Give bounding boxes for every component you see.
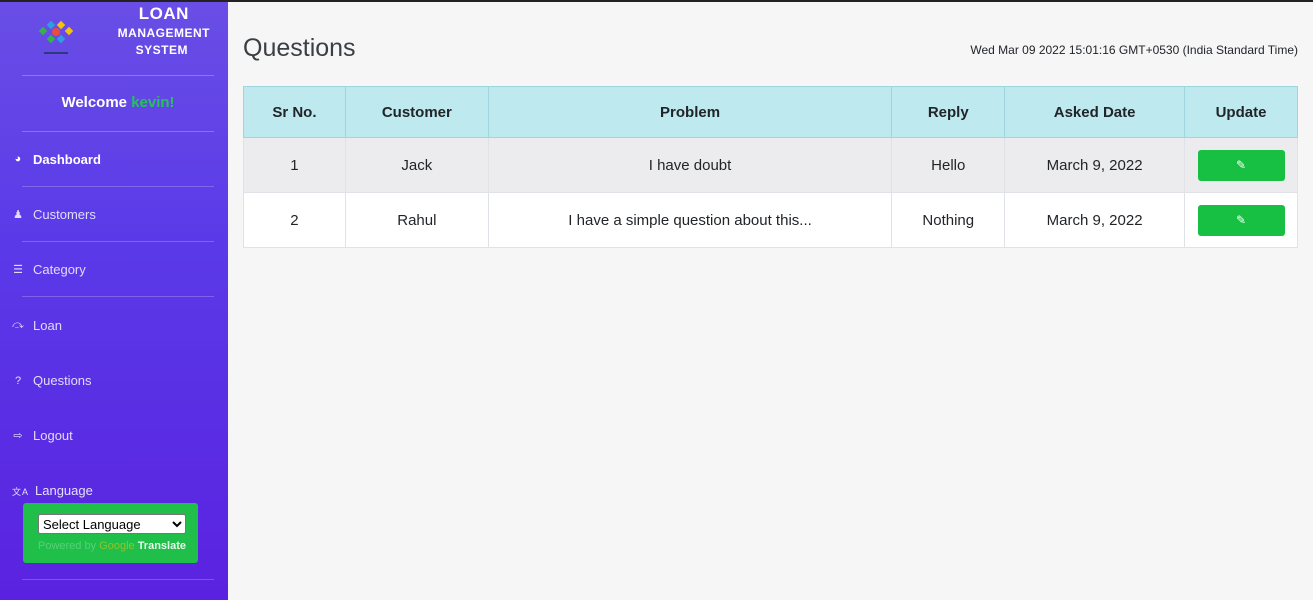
brand-line-1: LOAN [138, 4, 189, 23]
col-header-reply: Reply [891, 86, 1006, 138]
table-header-row: Sr No. Customer Problem Reply Asked Date… [243, 86, 1298, 138]
language-select[interactable]: Select Language [38, 514, 186, 534]
cell-asked-date: March 9, 2022 [1004, 192, 1185, 248]
sidebar-item-customers[interactable]: ♟ Customers [13, 187, 214, 242]
sidebar-item-loan[interactable]: ⤼ Loan [12, 298, 214, 353]
cell-update: ✎ [1184, 137, 1298, 193]
cell-sr-no: 2 [243, 192, 346, 248]
language-label: 文A Language [12, 483, 93, 498]
language-label-text: Language [35, 483, 93, 498]
edit-button[interactable]: ✎ [1197, 204, 1285, 236]
sidebar-item-dashboard[interactable]: ◕ Dashboard [15, 132, 214, 187]
cell-update: ✎ [1184, 192, 1298, 248]
brand-line-3: SYSTEM [135, 43, 188, 57]
translate-icon: 文A [12, 487, 30, 497]
sidebar-item-category[interactable]: ☰ Category [13, 242, 214, 297]
brand-line-2: MANAGEMENT [117, 26, 210, 40]
powered-by-google-translate: Powered by Google Translate [38, 540, 186, 552]
col-header-sr-no: Sr No. [243, 86, 346, 138]
cell-reply: Hello [891, 137, 1006, 193]
top-border [0, 0, 1313, 2]
col-header-problem: Problem [487, 86, 893, 138]
cell-reply: Nothing [891, 192, 1006, 248]
welcome-prefix: Welcome [61, 94, 132, 111]
cell-problem: I have doubt [487, 137, 893, 193]
table-row: 2 Rahul I have a simple question about t… [243, 192, 1298, 248]
edit-button[interactable]: ✎ [1197, 149, 1285, 181]
google-translate-widget: Select Language Powered by Google Transl… [23, 503, 198, 563]
translate-link[interactable]: Translate [135, 540, 186, 552]
edit-icon: ✎ [1235, 157, 1247, 172]
table-row: 1 Jack I have doubt Hello March 9, 2022 … [243, 137, 1298, 193]
sidebar-item-logout[interactable]: ⇨ Logout [13, 408, 214, 463]
sidebar-item-label: Customers [33, 206, 96, 222]
logout-icon: ⇨ [13, 430, 23, 442]
question-icon: ? [14, 374, 22, 387]
google-logo[interactable]: Google [99, 540, 134, 552]
sidebar-item-label: Dashboard [33, 151, 101, 167]
cell-asked-date: March 9, 2022 [1004, 137, 1185, 193]
cell-customer: Jack [344, 137, 489, 193]
puzzle-logo-icon [38, 20, 74, 54]
dashboard-gauge-icon: ◕ [14, 153, 22, 165]
brand-title: LOAN MANAGEMENT SYSTEM [118, 4, 210, 57]
sidebar-item-label: Logout [33, 428, 73, 443]
cell-customer: Rahul [344, 192, 489, 248]
col-header-customer: Customer [344, 86, 489, 138]
col-header-asked-date: Asked Date [1004, 86, 1185, 138]
current-datetime: Wed Mar 09 2022 15:01:16 GMT+0530 (India… [970, 43, 1298, 57]
user-icon: ♟ [13, 208, 23, 221]
list-icon: ☰ [13, 263, 23, 276]
cell-sr-no: 1 [243, 137, 346, 193]
questions-table: Sr No. Customer Problem Reply Asked Date… [243, 86, 1298, 248]
powered-by-text: Powered by [38, 540, 100, 552]
sidebar-divider [22, 579, 214, 580]
sidebar-item-questions[interactable]: ? Questions [15, 353, 214, 408]
welcome-message: Welcome kevin! [22, 76, 214, 132]
sidebar-item-label: Loan [33, 318, 62, 333]
col-header-update: Update [1184, 86, 1298, 138]
sidebar-item-label: Questions [33, 373, 92, 388]
hand-money-icon: ⤼ [12, 319, 24, 331]
sidebar: LOAN MANAGEMENT SYSTEM Welcome kevin! ◕ … [0, 0, 228, 600]
page-title: Questions [243, 34, 356, 62]
edit-icon: ✎ [1235, 212, 1247, 227]
brand[interactable]: LOAN MANAGEMENT SYSTEM [22, 0, 214, 76]
cell-problem: I have a simple question about this... [487, 192, 893, 248]
sidebar-item-label: Category [33, 261, 86, 277]
username: kevin! [131, 94, 175, 111]
